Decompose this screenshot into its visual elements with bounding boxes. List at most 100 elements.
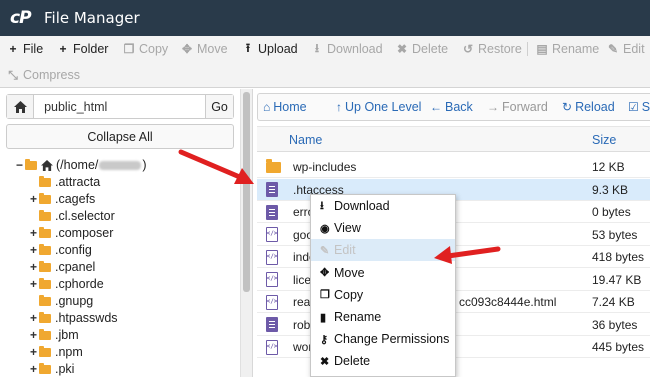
tree-item-label: .gnupg <box>55 294 94 308</box>
folder-icon <box>39 294 51 306</box>
expand-toggle-icon[interactable]: + <box>28 345 39 359</box>
code-file-icon <box>266 227 278 242</box>
compress-button[interactable]: ⤡ Compress <box>7 62 80 88</box>
tree-item-label: .npm <box>55 345 83 359</box>
compress-icon: ⤡ <box>8 67 18 82</box>
file-size: 19.47 KB <box>592 272 642 287</box>
menu-item-copy[interactable]: ❐ Copy <box>311 284 455 306</box>
copy-label: Copy <box>139 42 169 56</box>
delete-button[interactable]: ✖ Delete <box>396 36 448 62</box>
file-icon: ▮ <box>320 311 327 324</box>
file-row[interactable]: wp-includes 12 KB <box>257 156 650 178</box>
context-menu: ⭳ Download ◉ View ✎ Edit ✥ Move ❐ Copy ▮ Rename ⚷ Cha… <box>310 194 456 377</box>
home-icon <box>13 100 27 113</box>
rename-button[interactable]: ▤ Rename <box>536 36 599 62</box>
select-all-label: Se <box>641 100 650 114</box>
menu-item-delete[interactable]: ✖ Delete <box>311 350 455 372</box>
tree-item-label: .cagefs <box>55 192 96 206</box>
path-input[interactable] <box>34 95 206 118</box>
nav-home-button[interactable]: ⌂ Home <box>263 94 307 120</box>
collapse-toggle-icon[interactable]: − <box>14 158 25 172</box>
tree-scrollbar[interactable] <box>240 89 252 377</box>
menu-item-edit[interactable]: ✎ Edit <box>311 239 455 262</box>
arrow-left-icon: ← <box>430 100 442 114</box>
reload-button[interactable]: ↻ Reload <box>562 94 615 120</box>
size-column-header[interactable]: Size <box>592 127 616 153</box>
expand-toggle-icon[interactable]: + <box>28 226 39 240</box>
edit-button[interactable]: ✎ Edit <box>607 36 645 62</box>
new-folder-button[interactable]: + Folder <box>57 36 108 62</box>
tree-item[interactable]: + .jbm <box>28 326 79 344</box>
expand-toggle-icon[interactable]: + <box>28 311 39 325</box>
navigation-bar: ⌂ Home ↑ Up One Level ← Back → Forward ↻ Relo… <box>257 93 650 121</box>
menu-item-label: Copy <box>334 287 364 302</box>
restore-button[interactable]: ↺ Restore <box>462 36 522 62</box>
tree-item[interactable]: − (/home/) <box>14 156 147 174</box>
file-name: wp-includes <box>293 160 357 174</box>
download-icon: ⭳ <box>320 199 324 212</box>
new-file-button[interactable]: + File <box>7 36 43 62</box>
menu-item-view[interactable]: ◉ View <box>311 217 455 239</box>
menu-item-download[interactable]: ⭳ Download <box>311 195 455 217</box>
scrollbar-thumb[interactable] <box>243 92 250 292</box>
plus-icon: + <box>9 42 17 56</box>
upload-button[interactable]: ⭱ Upload <box>242 36 298 62</box>
file-size: 12 KB <box>592 160 625 174</box>
up-one-level-button[interactable]: ↑ Up One Level <box>336 94 421 120</box>
code-file-icon <box>266 272 278 287</box>
tree-item[interactable]: .cl.selector <box>28 207 115 225</box>
code-file-icon <box>266 249 278 265</box>
tree-item[interactable]: .attracta <box>28 173 100 191</box>
copy-button[interactable]: ❐ Copy <box>123 36 169 62</box>
move-label: Move <box>197 42 228 56</box>
menu-item-change-permissions[interactable]: ⚷ Change Permissions <box>311 328 455 350</box>
move-button[interactable]: ✥ Move <box>181 36 228 62</box>
home-icon <box>41 159 53 171</box>
menu-item-move[interactable]: ✥ Move <box>311 262 455 284</box>
arrow-up-icon: ↑ <box>336 100 342 114</box>
menu-item-rename[interactable]: ▮ Rename <box>311 306 455 328</box>
tree-item[interactable]: + .composer <box>28 224 113 242</box>
tree-item[interactable]: + .npm <box>28 343 83 361</box>
folder-icon <box>39 362 51 374</box>
expand-toggle-icon[interactable]: + <box>28 277 39 291</box>
menu-item-label: Move <box>334 265 365 280</box>
tree-item[interactable]: + .cphorde <box>28 275 104 293</box>
expand-toggle-icon[interactable]: + <box>28 192 39 206</box>
copy-icon: ❐ <box>123 42 135 56</box>
menu-item-label: Change Permissions <box>334 332 450 347</box>
folder-icon <box>39 209 51 221</box>
folder-icon <box>39 328 51 340</box>
tree-item[interactable]: + .htpasswds <box>28 309 118 327</box>
download-button[interactable]: ⭳ Download <box>311 36 383 62</box>
tree-item[interactable]: .gnupg <box>28 292 93 310</box>
tree-item-label: .cpanel <box>55 260 96 274</box>
tree-item[interactable]: + .cpanel <box>28 258 95 276</box>
expand-toggle-icon[interactable]: + <box>28 362 39 376</box>
forward-button[interactable]: → Forward <box>487 94 548 120</box>
expand-toggle-icon[interactable]: + <box>28 243 39 257</box>
tree-item[interactable]: + .pki <box>28 360 74 377</box>
tree-item-label: .jbm <box>55 328 79 342</box>
download-label: Download <box>327 42 383 56</box>
tree-item[interactable]: + .config <box>28 241 92 259</box>
home-button[interactable] <box>7 95 35 118</box>
go-button[interactable]: Go <box>205 95 233 118</box>
collapse-all-button[interactable]: Collapse All <box>6 124 234 149</box>
new-file-label: File <box>23 42 44 56</box>
file-size: 445 bytes <box>592 340 645 354</box>
folder-icon <box>39 345 51 357</box>
eye-icon: ◉ <box>320 222 330 235</box>
tree-item-label: .config <box>55 243 92 257</box>
folder-icon <box>39 175 51 187</box>
tree-item[interactable]: + .cagefs <box>28 190 95 208</box>
tree-item-label: .cphorde <box>55 277 104 291</box>
expand-toggle-icon[interactable]: + <box>28 260 39 274</box>
name-column-header[interactable]: Name <box>289 127 322 153</box>
folder-icon <box>39 226 51 238</box>
select-all-button[interactable]: ☑Se <box>628 94 650 120</box>
toolbar: + File + Folder ❐ Copy ✥ Move ⭱ Upload ⭳ Downl… <box>0 36 650 88</box>
expand-toggle-icon[interactable]: + <box>28 328 39 342</box>
code-file-icon <box>266 339 278 355</box>
back-button[interactable]: ← Back <box>430 94 473 120</box>
